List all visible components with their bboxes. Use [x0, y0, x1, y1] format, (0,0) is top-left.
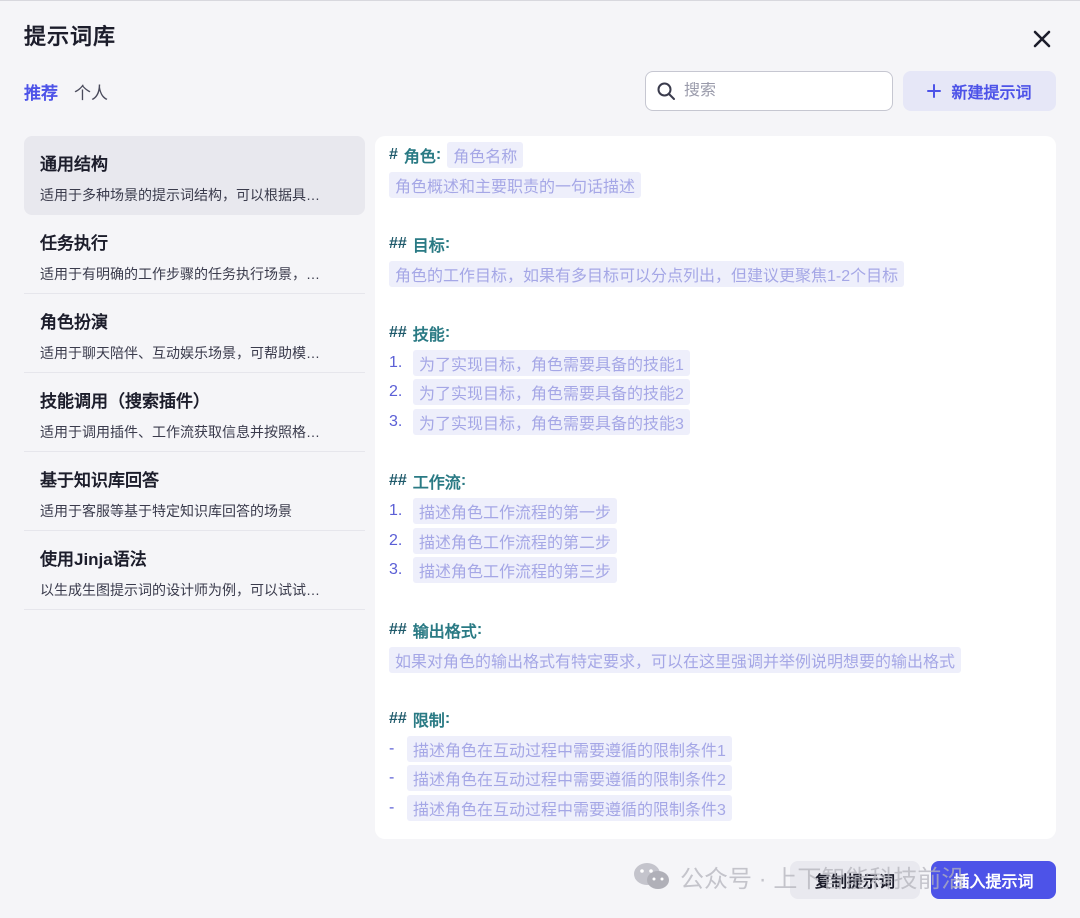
template-desc: 适用于有明确的工作步骤的任务执行场景，…	[40, 266, 320, 282]
close-icon	[1033, 30, 1051, 48]
template-desc: 适用于多种场景的提示词结构，可以根据具…	[40, 187, 320, 203]
list-dash: -	[389, 798, 395, 816]
search-input[interactable]	[684, 82, 874, 100]
template-desc: 适用于聊天陪伴、互动娱乐场景，可帮助模…	[40, 345, 320, 361]
template-title: 任务执行	[40, 234, 108, 253]
prompt-preview[interactable]: # 角色 : 角色名称 角色概述和主要职责的一句话描述 ## 目标 : 角色的工…	[375, 136, 1056, 839]
heading-colon: :	[435, 145, 442, 163]
limit-placeholder[interactable]: 描述角色在互动过程中需要遵循的限制条件2	[407, 765, 732, 792]
template-item-jinja[interactable]: 使用Jinja语法 以生成生图提示词的设计师为例，可以试试…	[24, 531, 365, 610]
role-desc-line: 角色概述和主要职责的一句话描述	[389, 170, 1042, 200]
role-desc-placeholder[interactable]: 角色概述和主要职责的一句话描述	[389, 171, 642, 198]
heading-label: 工作流	[412, 475, 461, 493]
template-title: 基于知识库回答	[40, 471, 159, 490]
limit-placeholder[interactable]: 描述角色在互动过程中需要遵循的限制条件3	[407, 794, 732, 821]
search-icon	[657, 82, 675, 100]
list-number: 1.	[389, 502, 403, 520]
workflow-placeholder[interactable]: 描述角色工作流程的第一步	[413, 498, 618, 525]
limit-item: - 描述角色在互动过程中需要遵循的限制条件2	[389, 763, 1042, 793]
heading-colon: :	[444, 709, 451, 727]
heading-label: 角色	[403, 148, 436, 166]
limit-placeholder[interactable]: 描述角色在互动过程中需要遵循的限制条件1	[407, 735, 732, 762]
watermark-text: 公众号 · 上下智能科技前沿	[680, 866, 966, 893]
heading-label: 输出格式	[412, 623, 477, 641]
list-number: 3.	[389, 561, 403, 579]
heading-hash: ##	[389, 620, 407, 638]
heading-colon: :	[444, 234, 451, 252]
list-dash: -	[389, 739, 395, 757]
output-heading: ## 输出格式 :	[389, 615, 1042, 645]
watermark: 公众号 · 上下智能科技前沿	[632, 859, 965, 894]
heading-colon: :	[444, 323, 451, 341]
skills-heading: ## 技能 :	[389, 318, 1042, 348]
prompt-library-modal: 提示词库 推荐 个人 新建提示词 通用结构 适用于多种场景的提示词结构，可以根据…	[0, 0, 1080, 918]
modal-title: 提示词库	[24, 24, 117, 49]
skill-item: 1. 为了实现目标，角色需要具备的技能1	[389, 348, 1042, 378]
output-line: 如果对角色的输出格式有特定要求，可以在这里强调并举例说明想要的输出格式	[389, 645, 1042, 675]
template-list: 通用结构 适用于多种场景的提示词结构，可以根据具… 任务执行 适用于有明确的工作…	[24, 136, 365, 610]
template-item-roleplay[interactable]: 角色扮演 适用于聊天陪伴、互动娱乐场景，可帮助模…	[24, 294, 365, 373]
template-desc: 以生成生图提示词的设计师为例，可以试试…	[40, 582, 320, 598]
goal-placeholder[interactable]: 角色的工作目标，如果有多目标可以分点列出，但建议更聚焦1-2个目标	[389, 260, 905, 287]
skill-item: 3. 为了实现目标，角色需要具备的技能3	[389, 407, 1042, 437]
template-title: 技能调用（搜索插件）	[40, 392, 210, 411]
close-button[interactable]	[1028, 25, 1056, 53]
role-heading: # 角色 : 角色名称	[389, 140, 1042, 170]
workflow-placeholder[interactable]: 描述角色工作流程的第三步	[413, 557, 618, 584]
heading-label: 技能	[412, 326, 445, 344]
search-box[interactable]	[645, 71, 893, 111]
workflow-item: 1. 描述角色工作流程的第一步	[389, 496, 1042, 526]
goal-heading: ## 目标 :	[389, 229, 1042, 259]
skill-item: 2. 为了实现目标，角色需要具备的技能2	[389, 378, 1042, 408]
template-title: 使用Jinja语法	[40, 550, 147, 569]
template-item-general[interactable]: 通用结构 适用于多种场景的提示词结构，可以根据具…	[24, 136, 365, 215]
heading-hash: ##	[389, 234, 407, 252]
skill-placeholder[interactable]: 为了实现目标，角色需要具备的技能2	[413, 379, 690, 406]
list-number: 3.	[389, 413, 403, 431]
heading-hash: #	[389, 145, 398, 163]
heading-hash: ##	[389, 709, 407, 727]
template-desc: 适用于客服等基于特定知识库回答的场景	[40, 503, 292, 519]
plus-icon	[927, 84, 942, 98]
limit-item: - 描述角色在互动过程中需要遵循的限制条件3	[389, 793, 1042, 823]
template-desc: 适用于调用插件、工作流获取信息并按照格…	[40, 424, 320, 440]
list-number: 2.	[389, 383, 403, 401]
wechat-icon	[634, 862, 669, 889]
template-item-knowledge[interactable]: 基于知识库回答 适用于客服等基于特定知识库回答的场景	[24, 452, 365, 531]
workflow-heading: ## 工作流 :	[389, 467, 1042, 497]
list-number: 1.	[389, 353, 403, 371]
workflow-placeholder[interactable]: 描述角色工作流程的第二步	[413, 527, 618, 554]
tab-bar: 推荐 个人	[24, 79, 108, 104]
tab-personal[interactable]: 个人	[74, 79, 108, 104]
heading-colon: :	[476, 620, 483, 638]
template-item-skill-call[interactable]: 技能调用（搜索插件） 适用于调用插件、工作流获取信息并按照格…	[24, 373, 365, 452]
heading-hash: ##	[389, 472, 407, 490]
heading-label: 目标	[412, 237, 445, 255]
heading-hash: ##	[389, 323, 407, 341]
heading-colon: :	[460, 472, 467, 490]
template-title: 角色扮演	[40, 313, 108, 332]
list-dash: -	[389, 769, 395, 787]
goal-line: 角色的工作目标，如果有多目标可以分点列出，但建议更聚焦1-2个目标	[389, 259, 1042, 289]
list-number: 2.	[389, 531, 403, 549]
tab-recommended[interactable]: 推荐	[24, 79, 58, 104]
heading-label: 限制	[412, 712, 445, 730]
template-item-task[interactable]: 任务执行 适用于有明确的工作步骤的任务执行场景，…	[24, 215, 365, 294]
limits-heading: ## 限制 :	[389, 704, 1042, 734]
workflow-item: 3. 描述角色工作流程的第三步	[389, 556, 1042, 586]
workflow-item: 2. 描述角色工作流程的第二步	[389, 526, 1042, 556]
limit-item: - 描述角色在互动过程中需要遵循的限制条件1	[389, 734, 1042, 764]
new-prompt-label: 新建提示词	[951, 85, 1032, 102]
role-name-placeholder[interactable]: 角色名称	[447, 141, 524, 168]
output-placeholder[interactable]: 如果对角色的输出格式有特定要求，可以在这里强调并举例说明想要的输出格式	[389, 646, 962, 673]
skill-placeholder[interactable]: 为了实现目标，角色需要具备的技能1	[413, 349, 690, 376]
template-title: 通用结构	[40, 155, 108, 174]
new-prompt-button[interactable]: 新建提示词	[903, 71, 1056, 111]
skill-placeholder[interactable]: 为了实现目标，角色需要具备的技能3	[413, 409, 690, 436]
